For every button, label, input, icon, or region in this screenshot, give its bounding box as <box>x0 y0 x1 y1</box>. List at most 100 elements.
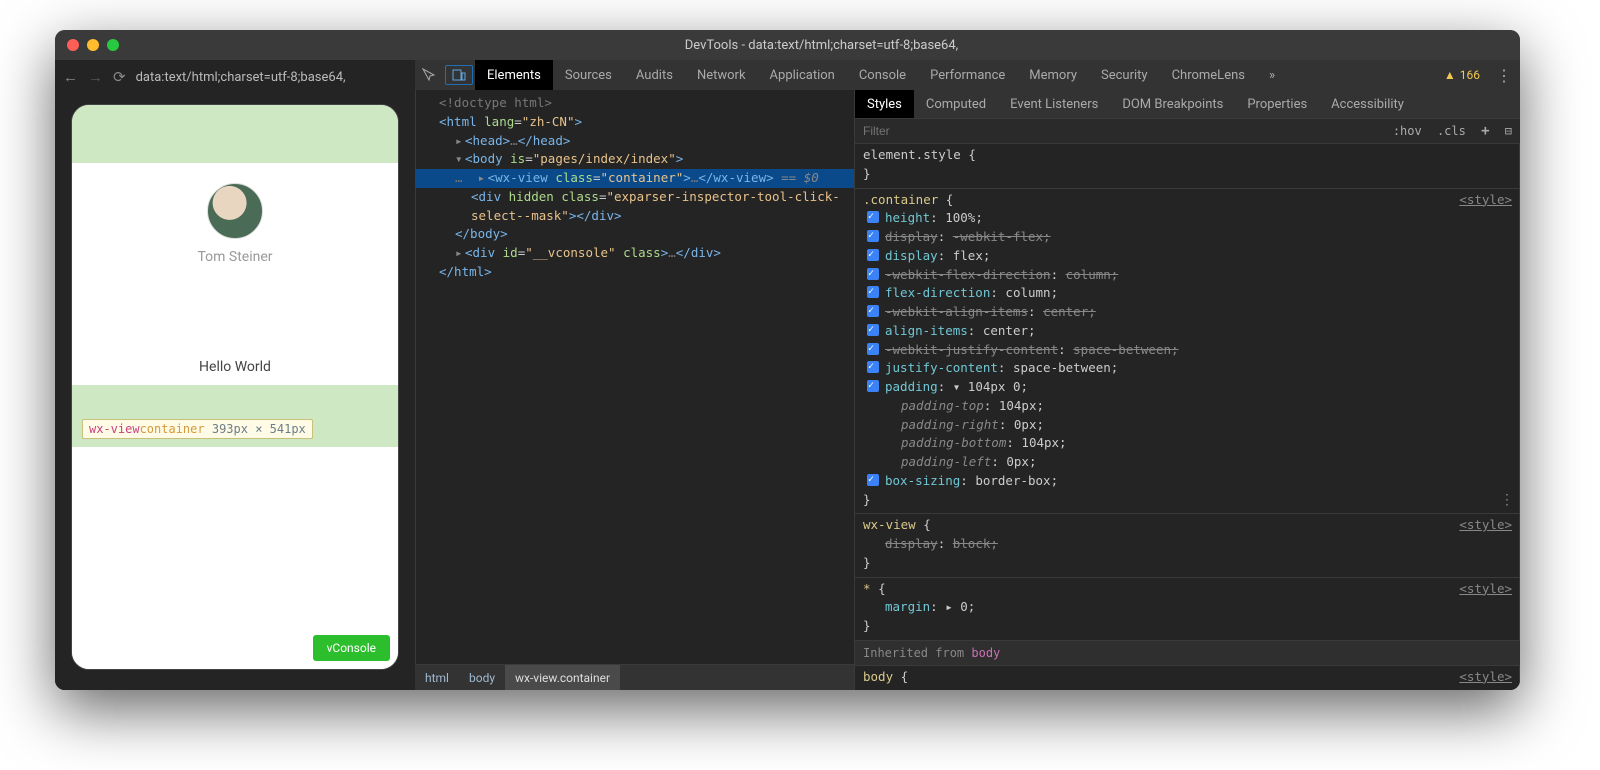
property-checkbox[interactable] <box>867 286 879 298</box>
inherited-header: Inherited from body <box>855 641 1520 666</box>
rule-menu-icon[interactable]: ⋮ <box>1500 490 1514 511</box>
warning-count: 166 <box>1460 68 1480 82</box>
url-text: data:text/html;charset=utf-8;base64, <box>136 70 346 85</box>
maximize-icon[interactable] <box>107 39 119 51</box>
forward-icon[interactable]: → <box>88 68 103 86</box>
tab-chromelens[interactable]: ChromeLens <box>1160 60 1257 90</box>
css-property[interactable]: cursor: default; <box>863 687 1512 691</box>
css-property[interactable]: -webkit-flex-direction: column; <box>863 266 1512 285</box>
tab-application[interactable]: Application <box>758 60 847 90</box>
tab-memory[interactable]: Memory <box>1017 60 1089 90</box>
property-checkbox[interactable] <box>867 230 879 242</box>
property-checkbox[interactable] <box>867 249 879 261</box>
tooltip-tag: wx-view <box>89 422 140 436</box>
dom-line[interactable]: ▸<div id="__vconsole" class>…</div> <box>415 244 854 263</box>
css-property[interactable]: padding-bottom: 104px; <box>863 434 1512 453</box>
window-title: DevTools - data:text/html;charset=utf-8;… <box>135 38 1508 53</box>
dom-line[interactable]: ▸<head>…</head> <box>415 132 854 151</box>
dom-tree[interactable]: <!doctype html> <html lang="zh-CN"> ▸<he… <box>415 90 854 664</box>
tab-audits[interactable]: Audits <box>624 60 685 90</box>
property-checkbox[interactable] <box>867 380 879 392</box>
preview-pane: ← → ⟳ data:text/html;charset=utf-8;base6… <box>55 60 415 690</box>
subtab-properties[interactable]: Properties <box>1235 90 1319 118</box>
dom-line[interactable]: <html lang="zh-CN"> <box>415 113 854 132</box>
rule-body[interactable]: body {<style> cursor: default;-webkit-us… <box>855 666 1520 690</box>
breadcrumb-item[interactable]: html <box>415 665 459 690</box>
dom-line[interactable]: <!doctype html> <box>415 94 854 113</box>
subtab-eventlisteners[interactable]: Event Listeners <box>998 90 1110 118</box>
rule-wxview[interactable]: wx-view {<style> display: block; } <box>855 514 1520 577</box>
css-property[interactable]: display: flex; <box>863 247 1512 266</box>
inspect-tooltip: wx-viewcontainer 393px × 541px <box>82 419 313 439</box>
css-property[interactable]: padding: ▾ 104px 0; <box>863 378 1512 397</box>
back-icon[interactable]: ← <box>63 68 78 86</box>
sidebar-toggle-icon[interactable]: ⊟ <box>1505 124 1512 138</box>
dom-line[interactable]: </html> <box>415 263 854 282</box>
warning-icon: ▲ <box>1444 68 1456 82</box>
titlebar[interactable]: DevTools - data:text/html;charset=utf-8;… <box>55 30 1520 60</box>
traffic-lights <box>67 39 119 51</box>
subtab-accessibility[interactable]: Accessibility <box>1319 90 1416 118</box>
css-property[interactable]: display: -webkit-flex; <box>863 228 1512 247</box>
subtab-computed[interactable]: Computed <box>914 90 998 118</box>
css-property[interactable]: -webkit-justify-content: space-between; <box>863 341 1512 360</box>
hov-toggle[interactable]: :hov <box>1393 124 1422 138</box>
settings-menu-icon[interactable]: ⋮ <box>1488 66 1520 85</box>
dom-line-selected[interactable]: … ▸<wx-view class="container">…</wx-view… <box>415 169 854 188</box>
close-icon[interactable] <box>67 39 79 51</box>
mid-band: wx-viewcontainer 393px × 541px <box>72 385 398 447</box>
tab-security[interactable]: Security <box>1089 60 1160 90</box>
tab-sources[interactable]: Sources <box>553 60 624 90</box>
filter-row: :hov .cls + ⊟ <box>855 118 1520 144</box>
warning-badge[interactable]: ▲ 166 <box>1444 68 1480 82</box>
css-property[interactable]: padding-top: 104px; <box>863 397 1512 416</box>
dom-line[interactable]: </body> <box>415 225 854 244</box>
property-checkbox[interactable] <box>867 474 879 486</box>
tab-console[interactable]: Console <box>847 60 918 90</box>
filter-input[interactable] <box>855 124 1377 138</box>
dom-breadcrumb: html body wx-view.container <box>415 664 854 690</box>
css-property[interactable]: height: 100%; <box>863 209 1512 228</box>
css-property[interactable]: -webkit-align-items: center; <box>863 303 1512 322</box>
breadcrumb-item[interactable]: body <box>459 665 505 690</box>
subtab-styles[interactable]: Styles <box>855 90 914 118</box>
property-checkbox[interactable] <box>867 305 879 317</box>
vconsole-button[interactable]: vConsole <box>313 635 390 661</box>
property-checkbox[interactable] <box>867 211 879 223</box>
minimize-icon[interactable] <box>87 39 99 51</box>
property-checkbox[interactable] <box>867 343 879 355</box>
device-toggle-icon[interactable] <box>445 65 473 85</box>
dom-panel: <!doctype html> <html lang="zh-CN"> ▸<he… <box>415 90 855 690</box>
tabs-more[interactable]: » <box>1257 60 1287 90</box>
css-property[interactable]: align-items: center; <box>863 322 1512 341</box>
rule-elementstyle[interactable]: element.style { } <box>855 144 1520 189</box>
breadcrumb-item[interactable]: wx-view.container <box>505 665 620 690</box>
tooltip-dim: 393px × 541px <box>212 422 306 436</box>
cls-toggle[interactable]: .cls <box>1437 124 1466 138</box>
css-property[interactable]: margin: ▸ 0; <box>863 598 1512 617</box>
css-property[interactable]: flex-direction: column; <box>863 284 1512 303</box>
css-property[interactable]: box-sizing: border-box; <box>863 472 1512 491</box>
add-rule-icon[interactable]: + <box>1481 123 1489 139</box>
devtools-panels: Elements Sources Audits Network Applicat… <box>415 60 1520 690</box>
css-property[interactable]: padding-right: 0px; <box>863 416 1512 435</box>
styles-body[interactable]: element.style { } .container {<style> he… <box>855 144 1520 690</box>
rule-star[interactable]: * {<style> margin: ▸ 0; } <box>855 578 1520 641</box>
property-checkbox[interactable] <box>867 324 879 336</box>
main-tabs: Elements Sources Audits Network Applicat… <box>415 60 1520 90</box>
dom-line[interactable]: ▾<body is="pages/index/index"> <box>415 150 854 169</box>
css-property[interactable]: justify-content: space-between; <box>863 359 1512 378</box>
property-checkbox[interactable] <box>867 361 879 373</box>
inspect-icon[interactable] <box>415 60 443 90</box>
tab-network[interactable]: Network <box>685 60 758 90</box>
css-property[interactable]: padding-left: 0px; <box>863 453 1512 472</box>
css-property[interactable]: display: block; <box>863 535 1512 554</box>
tab-elements[interactable]: Elements <box>475 60 553 90</box>
dom-line[interactable]: <div hidden class="exparser-inspector-to… <box>415 188 854 226</box>
subtab-dombreakpoints[interactable]: DOM Breakpoints <box>1110 90 1235 118</box>
reload-icon[interactable]: ⟳ <box>113 68 126 86</box>
rule-container[interactable]: .container {<style> height: 100%;display… <box>855 189 1520 515</box>
tab-performance[interactable]: Performance <box>918 60 1017 90</box>
property-checkbox[interactable] <box>867 268 879 280</box>
app-preview: Tom Steiner Hello World wx-viewcontainer… <box>72 105 398 669</box>
